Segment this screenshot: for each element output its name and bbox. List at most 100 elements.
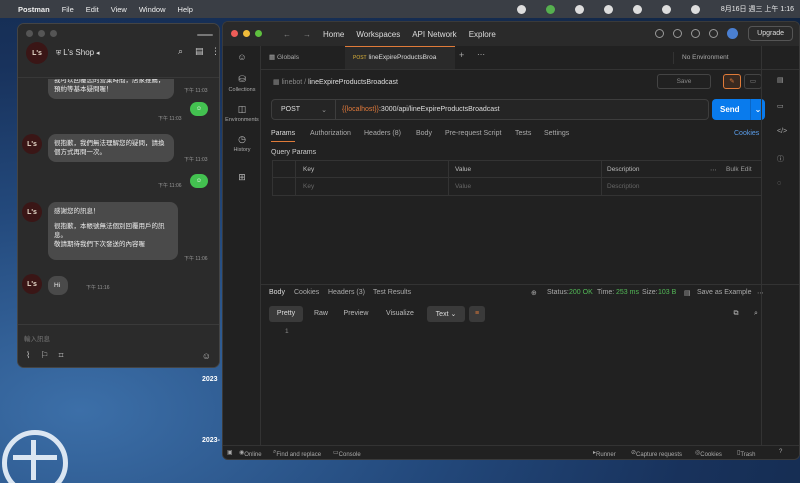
tab-pre-request-script[interactable]: Pre-request Script	[445, 130, 501, 137]
zoom-button[interactable]	[255, 30, 262, 37]
message-bubble[interactable]: 感謝您的訊息！ 很抱歉，本帳號無法個別回覆用戶的訊息。 敬請期待我們下次發送的內…	[48, 202, 178, 260]
sidebar-item-history[interactable]: ◷ History	[223, 134, 261, 153]
view-preview[interactable]: Preview	[339, 306, 373, 322]
cookies-link[interactable]: Cookies	[734, 130, 759, 137]
lightbulb-icon[interactable]: ◌	[777, 180, 781, 187]
pane-divider[interactable]	[261, 284, 799, 285]
more-icon[interactable]: ⋯	[710, 166, 717, 174]
control-center-icon[interactable]	[690, 4, 700, 14]
capture-requests[interactable]: ⊘ Capture requests	[631, 449, 682, 458]
find-replace[interactable]: ⌕ Find and replace	[273, 449, 321, 458]
avatar[interactable]: L's	[22, 202, 42, 222]
runner[interactable]: ▸ Runner	[593, 449, 616, 458]
info-icon[interactable]: ⓘ	[777, 154, 784, 164]
minimize-button[interactable]	[243, 30, 250, 37]
more-icon[interactable]: ⋮	[211, 46, 219, 57]
message-bubble[interactable]: 我可以回覆您的營業時間，店家推薦，預約等基本疑問喔！	[48, 79, 174, 99]
tab-authorization[interactable]: Authorization	[310, 130, 351, 137]
window-slider[interactable]	[197, 34, 213, 36]
message-bubble[interactable]: 很抱歉，我們無法理解您的疑問，請換個方式再問一次。	[48, 134, 174, 162]
format-select[interactable]: Text ⌄	[427, 306, 465, 322]
sidebar-item-collections[interactable]: ⛁ Collections	[223, 74, 261, 93]
url-input[interactable]: {{localhost}}:3000/api/lineExpireProduct…	[342, 106, 500, 113]
save-button[interactable]: Save	[657, 74, 711, 89]
close-button[interactable]	[231, 30, 238, 37]
request-name[interactable]: lineExpireProductsBroadcast	[308, 79, 398, 86]
tab-headers[interactable]: Headers (8)	[364, 130, 401, 137]
view-pretty[interactable]: Pretty	[269, 306, 303, 322]
status-icon[interactable]	[545, 4, 555, 14]
avatar[interactable]	[727, 28, 739, 39]
nav-home[interactable]: Home	[323, 30, 344, 39]
settings-icon[interactable]	[691, 29, 701, 38]
sidebar-item-environments[interactable]: ◫ Environments	[223, 104, 261, 123]
search-icon[interactable]	[655, 29, 665, 38]
view-visualize[interactable]: Visualize	[379, 306, 421, 322]
message-bubble[interactable]: Hi	[48, 276, 68, 295]
method-select[interactable]: POST ⌄	[272, 100, 336, 119]
sticker-message[interactable]: ☺	[190, 102, 208, 116]
save-example-button[interactable]: Save as Example	[697, 289, 751, 296]
menu-view[interactable]: View	[111, 5, 127, 14]
trash[interactable]: ▯ Trash	[737, 449, 755, 458]
description-input[interactable]: Description	[607, 183, 640, 190]
comment-icon[interactable]: ▭	[744, 74, 762, 89]
minimize-button[interactable]	[38, 30, 45, 37]
nav-explore[interactable]: Explore	[469, 30, 496, 39]
close-button[interactable]	[26, 30, 33, 37]
sidebar-item-workspace[interactable]: ☺	[223, 52, 261, 64]
sidebar-toggle-icon[interactable]: ▣	[227, 449, 233, 456]
code-icon[interactable]: </>	[777, 128, 787, 135]
tab-globals[interactable]: ▦ Globals	[269, 53, 299, 61]
avatar[interactable]: L's	[26, 42, 48, 64]
nav-api-network[interactable]: API Network	[412, 30, 456, 39]
console[interactable]: ▭ Console	[333, 449, 361, 458]
crop-icon[interactable]: ⌗	[58, 350, 63, 361]
menu-help[interactable]: Help	[178, 5, 193, 14]
back-icon[interactable]: ←	[283, 30, 291, 39]
value-input[interactable]: Value	[455, 183, 471, 190]
menu-edit[interactable]: Edit	[86, 5, 99, 14]
search-icon[interactable]	[661, 4, 671, 14]
key-input[interactable]: Key	[303, 183, 314, 190]
wifi-icon[interactable]	[632, 4, 642, 14]
notification-icon[interactable]	[709, 29, 719, 38]
tab-params[interactable]: Params	[271, 130, 295, 137]
tab-more-icon[interactable]: ⋯	[477, 50, 485, 59]
tab-response-headers[interactable]: Headers (3)	[328, 289, 365, 296]
sticker-message[interactable]: ☺	[190, 174, 208, 188]
cookies-status[interactable]: ◎ Cookies	[695, 449, 722, 458]
notes-icon[interactable]: ▤	[195, 46, 204, 57]
menu-app[interactable]: Postman	[18, 5, 50, 14]
status-icon[interactable]	[516, 4, 526, 14]
tab-settings[interactable]: Settings	[544, 130, 569, 137]
menubar-clock[interactable]: 8月16日 週三 上午 1:16	[721, 4, 794, 14]
tab-active-request[interactable]: POST lineExpireProductsBroa	[345, 46, 455, 69]
tab-tests[interactable]: Tests	[515, 130, 531, 137]
bookmark-icon[interactable]: ⚐	[40, 350, 48, 361]
docs-icon[interactable]: ▤	[777, 76, 784, 84]
tab-response-cookies[interactable]: Cookies	[294, 289, 319, 296]
nav-workspaces[interactable]: Workspaces	[356, 30, 400, 39]
message-input[interactable]: 輸入訊息	[24, 333, 50, 343]
status-icon[interactable]	[574, 4, 584, 14]
tab-response-body[interactable]: Body	[269, 289, 285, 296]
edit-icon[interactable]: ✎	[723, 74, 741, 89]
menu-window[interactable]: Window	[139, 5, 166, 14]
upgrade-button[interactable]: Upgrade	[748, 26, 793, 41]
wrap-icon[interactable]: ≡	[469, 306, 485, 322]
new-tab-icon[interactable]: +	[459, 50, 464, 60]
avatar[interactable]: L's	[22, 274, 42, 294]
copy-icon[interactable]: ⧉	[729, 306, 743, 322]
zoom-button[interactable]	[50, 30, 57, 37]
search-icon[interactable]: ⌕	[178, 46, 183, 57]
help-icon[interactable]: ?	[779, 449, 782, 455]
tab-test-results[interactable]: Test Results	[373, 289, 411, 296]
avatar[interactable]: L's	[22, 134, 42, 154]
online-status[interactable]: ◉ Online	[239, 449, 262, 458]
view-raw[interactable]: Raw	[307, 306, 335, 322]
send-button[interactable]: Send ⌄	[712, 99, 765, 120]
forward-icon[interactable]: →	[303, 30, 311, 39]
invite-icon[interactable]	[673, 29, 683, 38]
sidebar-item-configure[interactable]: ⊞	[223, 172, 261, 185]
